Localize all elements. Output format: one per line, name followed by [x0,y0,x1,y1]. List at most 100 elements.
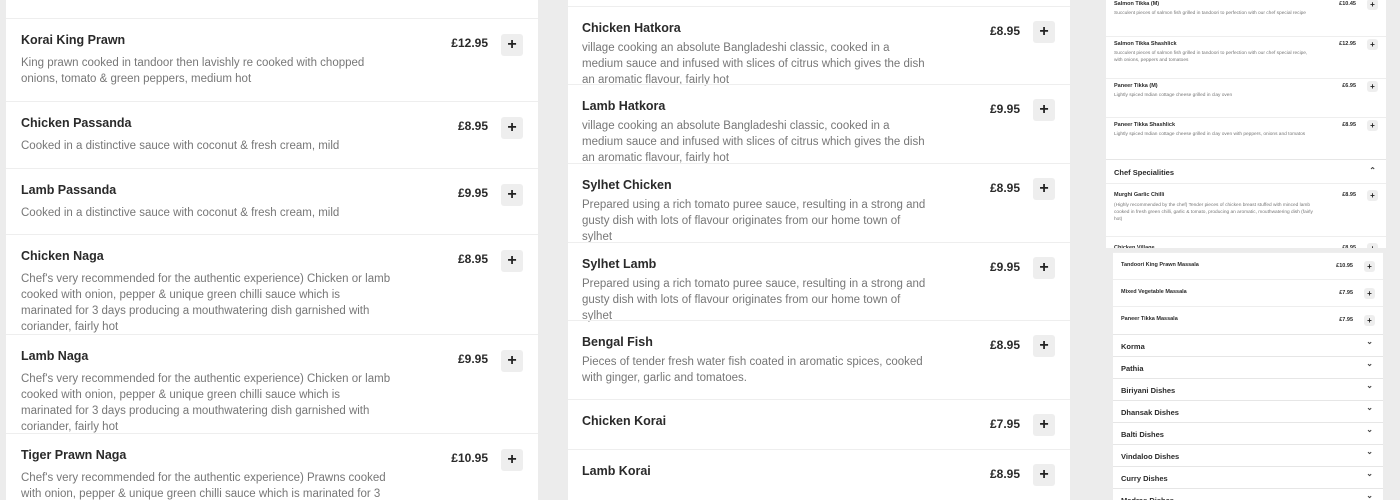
menu-item-name: Lamb Naga [21,349,89,363]
menu-item-price: £7.95 [989,417,1020,431]
add-to-cart-button[interactable]: + [1033,335,1055,357]
add-to-cart-button[interactable]: + [1033,257,1055,279]
menu-item: Bengal Fish Pieces of tender fresh water … [568,320,1070,400]
menu-item-description: Succulent pieces of salmon fish grilled … [1114,11,1306,16]
category-header[interactable]: Dhansak Dishes ⌄ [1113,400,1383,423]
chevron-down-icon: ⌄ [1366,381,1373,390]
menu-item-description: village cooking an absolute Bangladeshi … [582,42,925,86]
chevron-up-icon: ⌃ [1369,166,1376,175]
menu-item-price: £7.95 [1339,317,1353,323]
menu-item-name: Chicken Passanda [21,116,132,130]
chevron-down-icon: ⌄ [1366,447,1373,456]
chevron-down-icon: ⌄ [1366,469,1373,478]
menu-item-description: Chef's very recommended for the authenti… [21,273,391,333]
menu-item-price: £7.95 [1339,290,1353,296]
menu-item-description: Chef's very recommended for the authenti… [21,472,386,500]
menu-item-name: Salmon Tikka (M) [1114,1,1160,7]
chevron-down-icon: ⌄ [1366,403,1373,412]
menu-item-description: Chef's very recommended for the authenti… [21,373,391,433]
add-to-cart-button[interactable]: + [1033,21,1055,43]
category-header[interactable]: Biriyani Dishes ⌄ [1113,378,1383,401]
menu-item: Chicken Korai £7.95 + [568,399,1070,450]
add-to-cart-button[interactable]: + [1367,39,1378,50]
menu-item-price: £10.45 [1339,1,1356,7]
category-title: Chef Specialities [1114,168,1175,177]
add-to-cart-button[interactable]: + [1033,464,1055,486]
add-to-cart-button[interactable]: + [501,34,523,56]
menu-item-name: Salmon Tikka Shashlick [1114,41,1177,47]
menu-item-name: Chicken Korai [582,414,667,428]
add-to-cart-button[interactable]: + [1033,414,1055,436]
menu-item-price: £9.95 [989,260,1020,274]
category-header[interactable]: Balti Dishes ⌄ [1113,422,1383,445]
menu-item-description: Cooked in a distinctive sauce with cocon… [21,207,340,219]
menu-item-price: £8.95 [989,467,1020,481]
menu-item-name: Sylhet Chicken [582,178,672,192]
menu-item-price: £8.95 [1342,192,1356,198]
menu-item-name: Lamb Korai [582,464,651,478]
category-header[interactable]: Madras Dishes ⌄ [1113,488,1383,500]
add-to-cart-button[interactable]: + [501,449,523,471]
menu-item-price: £12.95 [1339,41,1356,47]
menu-item-price: £9.95 [989,102,1020,116]
category-header[interactable]: Curry Dishes ⌄ [1113,466,1383,489]
chevron-down-icon: ⌄ [1366,337,1373,346]
add-to-cart-button[interactable]: + [1364,288,1375,299]
menu-item: Paneer Tikka Shashlick Lightly spiced Ind… [1106,117,1386,160]
menu-item-price: £8.95 [457,252,488,266]
menu-item-price: £12.95 [451,36,488,50]
add-to-cart-button[interactable]: + [1364,261,1375,272]
menu-item-name: Lamb Passanda [21,183,117,197]
category-header[interactable]: Vindaloo Dishes ⌄ [1113,444,1383,467]
menu-item-name: Murghi Garlic Chilli [1114,192,1165,198]
menu-column-1: Korai King Prawn King prawn cooked in tan… [6,0,538,500]
menu-item-price: £8.95 [1342,122,1356,128]
menu-item-name: Mixed Vegetable Massala [1121,289,1187,295]
menu-item-price: £10.95 [1336,263,1353,269]
add-to-cart-button[interactable]: + [1033,178,1055,200]
menu-item-description: Prepared using a rich tomato puree sauce… [582,199,926,243]
category-title: Pathia [1121,364,1144,373]
add-to-cart-button[interactable]: + [501,184,523,206]
category-header[interactable]: Korma ⌄ [1113,334,1383,357]
category-title: Vindaloo Dishes [1121,452,1180,461]
add-to-cart-button[interactable]: + [1367,81,1378,92]
add-to-cart-button[interactable]: + [501,350,523,372]
add-to-cart-button[interactable]: + [1033,99,1055,121]
menu-item-description: (Highly recommended by the chef) Tender … [1114,203,1313,222]
category-title: Korma [1121,342,1145,351]
add-to-cart-button[interactable]: + [1367,190,1378,201]
add-to-cart-button[interactable]: + [501,250,523,272]
menu-item-description: Prepared using a rich tomato puree sauce… [582,278,926,322]
menu-item-name: Sylhet Lamb [582,257,657,271]
menu-item-description: Succulent pieces of salmon fish grilled … [1114,51,1308,63]
category-title: Biriyani Dishes [1121,386,1176,395]
menu-item: Korai King Prawn King prawn cooked in tan… [6,18,538,102]
menu-item-name: Chicken Naga [21,249,104,263]
menu-item-name: Chicken Village [1114,245,1155,248]
menu-item: Mixed Vegetable Massala £7.95 + [1113,279,1383,307]
menu-item-name: Tiger Prawn Naga [21,448,127,462]
menu-item-description: village cooking an absolute Bangladeshi … [582,120,925,164]
menu-item-description: Pieces of tender fresh water fish coated… [582,356,923,384]
add-to-cart-button[interactable]: + [1364,315,1375,326]
add-to-cart-button[interactable]: + [1367,243,1378,248]
category-header[interactable]: Pathia ⌄ [1113,356,1383,379]
menu-item: Sylhet Chicken Prepared using a rich toma… [568,163,1070,243]
add-to-cart-button[interactable]: + [1367,0,1378,10]
menu-item-name: Korai King Prawn [21,33,126,47]
menu-item-price: £8.95 [989,24,1020,38]
menu-item: Tiger Prawn Naga Chef's very recommended … [6,433,538,500]
menu-item-name: Paneer Tikka (M) [1114,83,1158,89]
add-to-cart-button[interactable]: + [1367,120,1378,131]
category-header-chef-specialities[interactable]: Chef Specialities ⌃ [1106,159,1386,184]
menu-item-price: £6.95 [1342,83,1356,89]
menu-item-description: Lightly spiced Indian cottage cheese gri… [1114,132,1306,137]
add-to-cart-button[interactable]: + [501,117,523,139]
menu-item-price: £8.95 [1342,245,1356,248]
menu-item-price: £9.95 [457,186,488,200]
menu-column-3-top: Salmon Tikka (M) Succulent pieces of salm… [1106,0,1386,248]
menu-item-price: £9.95 [457,352,488,366]
category-title: Dhansak Dishes [1121,408,1179,417]
menu-item-description: King prawn cooked in tandoor then lavish… [21,57,365,85]
